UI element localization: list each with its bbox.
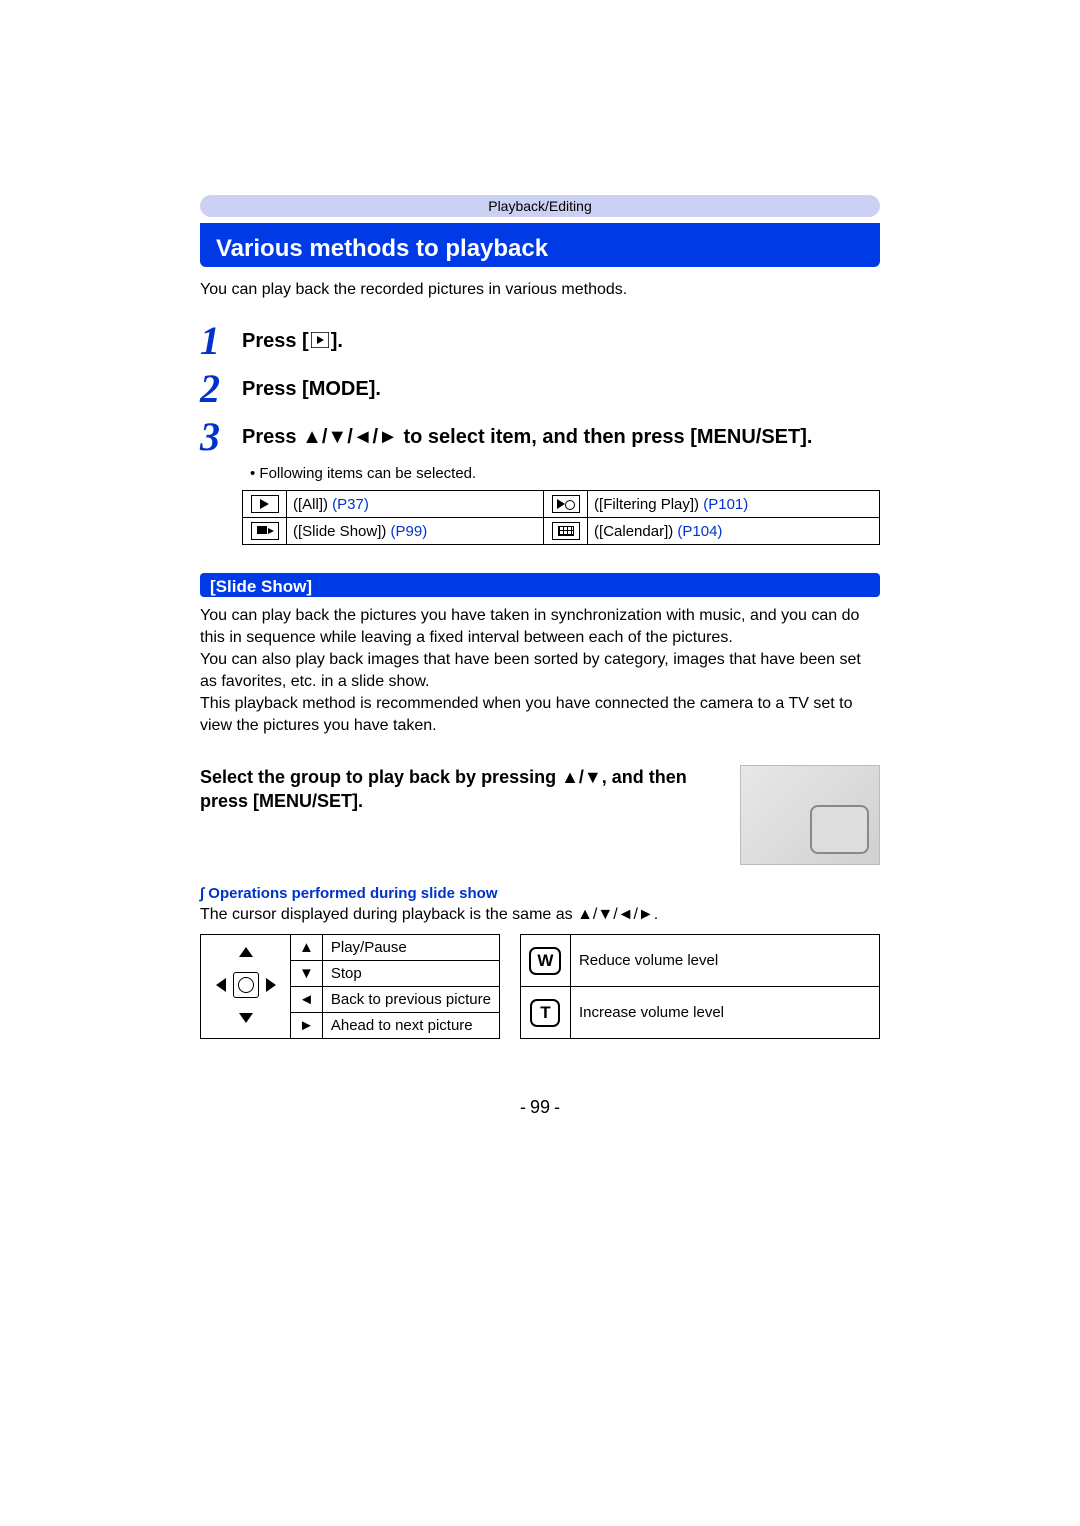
substep-row: Select the group to play back by pressin… bbox=[200, 765, 880, 865]
ops-tables: ▲ Play/Pause ▼ Stop ◄ Back to previous p… bbox=[200, 934, 880, 1039]
step-2: 2 Press [MODE]. bbox=[200, 369, 880, 409]
option-icon-calendar bbox=[544, 518, 588, 545]
page-ref-link[interactable]: (P101) bbox=[703, 496, 748, 513]
ops-table-left: ▲ Play/Pause ▼ Stop ◄ Back to previous p… bbox=[200, 934, 500, 1039]
op-label: Play/Pause bbox=[322, 935, 499, 961]
intro-text: You can play back the recorded pictures … bbox=[200, 281, 880, 299]
page-ref-link[interactable]: (P99) bbox=[391, 523, 428, 540]
op-label: Stop bbox=[322, 961, 499, 987]
camera-thumbnail bbox=[740, 765, 880, 865]
options-table: ([All]) (P37) ([Filtering Play]) (P101) … bbox=[242, 490, 880, 545]
filter-icon bbox=[552, 495, 580, 513]
step-text: Press ▲/▼/◄/► to select item, and then p… bbox=[242, 423, 880, 451]
option-label: ([All]) bbox=[293, 496, 328, 513]
breadcrumb: Playback/Editing bbox=[200, 195, 880, 217]
step-1: 1 Press [ ]. bbox=[200, 321, 880, 361]
option-icon-slide bbox=[243, 518, 287, 545]
step-number: 2 bbox=[200, 369, 236, 409]
play-icon bbox=[311, 328, 329, 356]
dpad-icon bbox=[216, 945, 276, 1025]
option-icon-filter bbox=[544, 491, 588, 518]
steps-list: 1 Press [ ]. 2 Press [MODE]. 3 Press ▲/▼… bbox=[200, 321, 880, 545]
section-body: You can play back the pictures you have … bbox=[200, 605, 880, 737]
op-label: Back to previous picture bbox=[322, 987, 499, 1013]
step-note: Following items can be selected. bbox=[250, 465, 880, 482]
option-label: ([Slide Show]) bbox=[293, 523, 386, 540]
option-icon-all bbox=[243, 491, 287, 518]
dpad-cell bbox=[201, 935, 291, 1039]
ops-heading: ∫ Operations performed during slide show bbox=[200, 885, 880, 902]
ops-note: The cursor displayed during playback is … bbox=[200, 906, 880, 924]
section-heading: [Slide Show] bbox=[200, 573, 880, 597]
page-ref-link[interactable]: (P104) bbox=[677, 523, 722, 540]
slideshow-icon bbox=[251, 522, 279, 540]
ops-table-right: W Reduce volume level T Increase volume … bbox=[520, 934, 880, 1039]
w-button-icon: W bbox=[529, 947, 561, 975]
dir-down: ▼ bbox=[291, 961, 323, 987]
t-button-icon: T bbox=[530, 999, 560, 1027]
dir-left: ◄ bbox=[291, 987, 323, 1013]
page-content: Playback/Editing Various methods to play… bbox=[200, 0, 880, 1039]
dir-right: ► bbox=[291, 1013, 323, 1039]
option-label: ([Calendar]) bbox=[594, 523, 673, 540]
page-title: Various methods to playback bbox=[200, 223, 880, 267]
step-text: Press [ ]. bbox=[242, 327, 880, 356]
substep-text: Select the group to play back by pressin… bbox=[200, 765, 730, 813]
step-3: 3 Press ▲/▼/◄/► to select item, and then… bbox=[200, 417, 880, 545]
op-label: Reduce volume level bbox=[570, 935, 879, 987]
step-number: 1 bbox=[200, 321, 236, 361]
dir-up: ▲ bbox=[291, 935, 323, 961]
op-label: Increase volume level bbox=[570, 987, 879, 1039]
page-number: -99- bbox=[0, 1097, 1080, 1118]
option-label: ([Filtering Play]) bbox=[594, 496, 699, 513]
op-label: Ahead to next picture bbox=[322, 1013, 499, 1039]
calendar-icon bbox=[552, 522, 580, 540]
page-ref-link[interactable]: (P37) bbox=[332, 496, 369, 513]
play-icon bbox=[251, 495, 279, 513]
step-text: Press [MODE]. bbox=[242, 375, 880, 403]
step-number: 3 bbox=[200, 417, 236, 457]
